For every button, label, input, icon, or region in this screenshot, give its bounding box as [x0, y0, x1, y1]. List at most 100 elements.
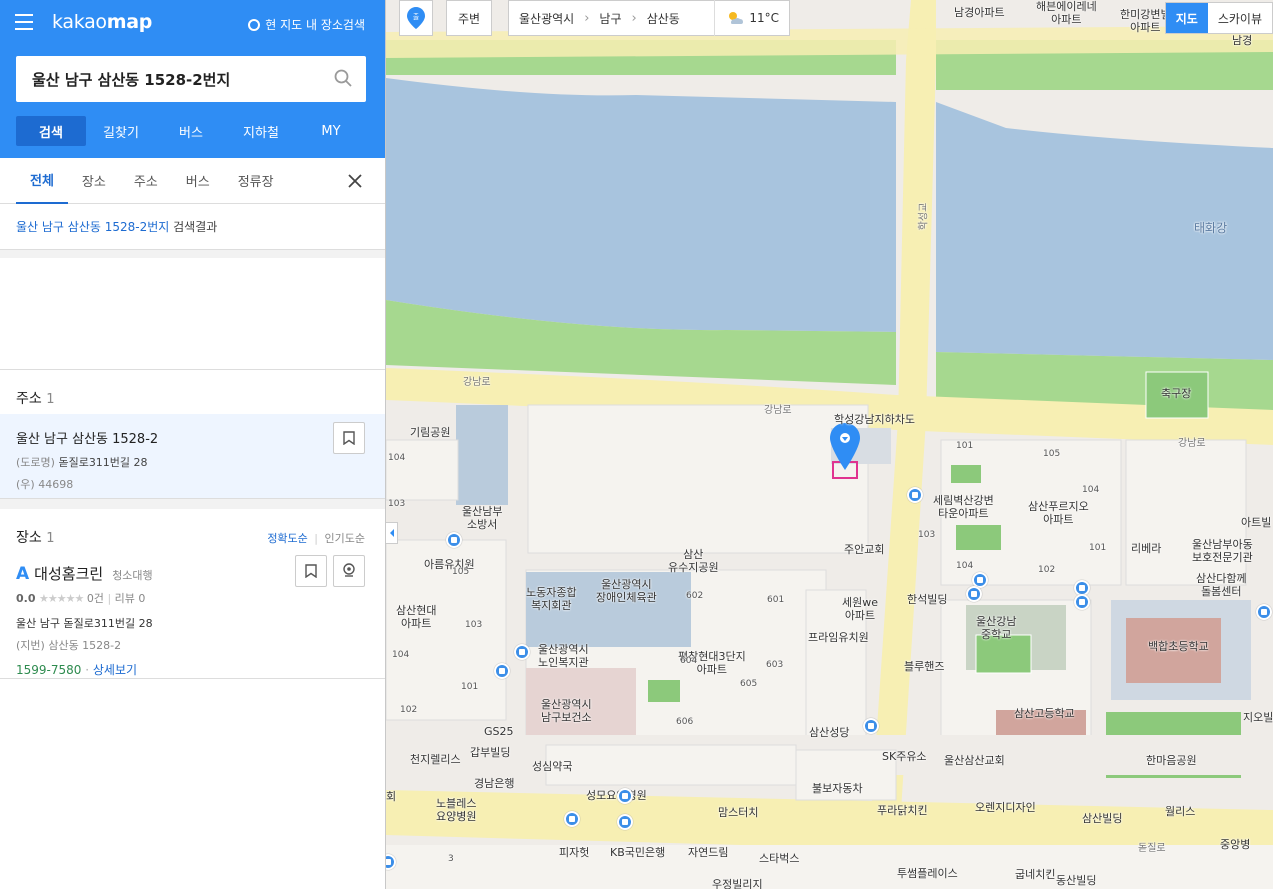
building-number: 102: [1038, 565, 1056, 575]
breadcrumb-city[interactable]: 울산광역시: [519, 10, 574, 27]
map-label: 기림공원: [410, 426, 451, 439]
breadcrumb-dong[interactable]: 삼산동: [647, 10, 680, 27]
map-type-map[interactable]: 지도: [1165, 3, 1208, 33]
search-input[interactable]: [32, 70, 322, 88]
zip-code: (우) 44698: [16, 478, 74, 491]
phone-number[interactable]: 1599-7580: [16, 663, 81, 677]
map-label: 굽네치킨: [1015, 868, 1056, 881]
tab-search[interactable]: 검색: [16, 116, 86, 146]
sort-accuracy[interactable]: 정확도순: [267, 532, 307, 545]
ad-space: [0, 258, 385, 370]
nearby-button[interactable]: 주변: [446, 0, 492, 36]
map-label: 아트빌: [1241, 516, 1272, 529]
menu-icon[interactable]: [15, 14, 33, 30]
bus-stop-icon[interactable]: [1074, 594, 1090, 610]
place-category: 청소대행: [112, 569, 153, 582]
tab-my[interactable]: MY: [296, 116, 366, 146]
marker-a-icon: A: [16, 564, 30, 584]
bus-stop-icon[interactable]: [446, 532, 462, 548]
map-label: 맘스터치: [718, 806, 759, 819]
map-type-switch: 지도 스카이뷰: [1164, 2, 1273, 34]
filter-tab-stop[interactable]: 정류장: [224, 158, 288, 204]
map-label: 주안교회: [844, 543, 885, 556]
filter-tab-address[interactable]: 주소: [120, 158, 172, 204]
address-result-item[interactable]: 울산 남구 삼산동 1528-2 (도로명) 돋질로311번길 28 (우) 4…: [0, 414, 385, 499]
map-label: 세원we 아파트: [842, 596, 879, 622]
place-section-header: 장소 1 정확도순 | 인기도순: [16, 530, 365, 546]
rating-row: 0.0 ★★★★★ 0건 | 리뷰 0: [16, 592, 146, 605]
building-number: 105: [1043, 449, 1061, 459]
building-number: 101: [461, 682, 479, 692]
map-label: 삼산성당: [809, 726, 850, 739]
tab-subway[interactable]: 지하철: [226, 116, 296, 146]
sort-popular[interactable]: 인기도순: [325, 532, 365, 545]
building-number: 605: [740, 679, 758, 689]
bookmark-icon: [343, 431, 355, 445]
map-label: 중앙병: [1220, 838, 1251, 851]
map-label: SK주유소: [882, 750, 927, 763]
place-address: 울산 남구 돋질로311번길 28: [16, 617, 153, 630]
building-number: 103: [918, 530, 936, 540]
roadview-button[interactable]: [333, 555, 365, 587]
map-type-skyview[interactable]: 스카이뷰: [1208, 3, 1272, 33]
kakaomap-logo[interactable]: kakaomap: [52, 11, 152, 33]
address-name[interactable]: 울산 남구 삼산동 1528-2: [16, 428, 369, 447]
breadcrumb-district[interactable]: 남구: [599, 10, 621, 27]
bus-stop-icon[interactable]: [1256, 604, 1272, 620]
building-number: 104: [956, 561, 974, 571]
map-view[interactable]: 남경아파트 해븐에이레네 아파트 한미강변빌 아파트 남경 태화강 학성교 강남로 …: [386, 0, 1273, 889]
filter-tab-all[interactable]: 전체: [16, 158, 68, 204]
bookmark-button[interactable]: [333, 422, 365, 454]
building-number: 104: [1082, 485, 1100, 495]
chevron-right-icon: ›: [631, 10, 637, 26]
my-location-button[interactable]: 출: [399, 0, 433, 36]
bookmark-button[interactable]: [295, 555, 327, 587]
bus-stop-icon[interactable]: [966, 586, 982, 602]
map-label: 월리스: [1165, 805, 1196, 818]
map-label: 울산광역시 남구보건소: [541, 698, 592, 724]
tab-directions[interactable]: 길찾기: [86, 116, 156, 146]
road-address: (도로명) 돋질로311번길 28: [16, 456, 148, 469]
map-label: 울산삼산교회: [944, 754, 1005, 767]
building-number: 3: [448, 854, 454, 864]
filter-tab-place[interactable]: 장소: [68, 158, 120, 204]
place-result-item[interactable]: A 대성홈크린 청소대행 0.0 ★★★★★ 0건 | 리뷰 0 울산 남구 돋…: [0, 553, 385, 679]
river-label: 태화강: [1194, 221, 1228, 235]
weather-partly-cloudy-icon: [729, 12, 744, 24]
map-label: 학성강남지하차도: [834, 413, 915, 426]
building-number: 105: [452, 567, 470, 577]
map-label: 동산빌딩: [1056, 874, 1097, 887]
tab-bus[interactable]: 버스: [156, 116, 226, 146]
bus-stop-icon[interactable]: [907, 487, 923, 503]
map-label: 투썸플레이스: [897, 867, 958, 880]
bus-stop-icon[interactable]: [863, 718, 879, 734]
sort-options: 정확도순 | 인기도순: [267, 532, 365, 545]
map-label: 천지렐리스: [410, 753, 461, 766]
review-link[interactable]: 리뷰 0: [115, 592, 146, 605]
place-jibun: (지번) 삼산동 1528-2: [16, 639, 122, 652]
bus-stop-icon[interactable]: [564, 811, 580, 827]
place-contact: 1599-7580 · 상세보기: [16, 663, 138, 677]
filter-tab-bus[interactable]: 버스: [172, 158, 224, 204]
bus-stop-icon[interactable]: [514, 644, 530, 660]
detail-link[interactable]: 상세보기: [93, 663, 137, 677]
collapse-sidebar-button[interactable]: [386, 522, 398, 544]
map-label: 회: [386, 790, 397, 803]
map-label: 푸라닭치킨: [877, 804, 928, 817]
place-name[interactable]: 대성홈크린: [34, 563, 103, 584]
bus-stop-icon[interactable]: [617, 814, 633, 830]
building-number: 104: [388, 453, 406, 463]
divider: [0, 250, 385, 258]
bus-stop-icon[interactable]: [494, 663, 510, 679]
building-number: 603: [766, 660, 784, 670]
current-area-search-button[interactable]: 현 지도 내 장소검색: [248, 16, 365, 33]
map-canvas: [386, 0, 1273, 889]
location-breadcrumb: 울산광역시 › 남구 › 삼산동 11°C: [508, 0, 790, 36]
svg-text:출: 출: [413, 12, 420, 21]
close-icon[interactable]: [347, 173, 363, 189]
building-number: 601: [767, 595, 785, 605]
search-icon[interactable]: [334, 69, 352, 87]
weather-widget[interactable]: 11°C: [714, 0, 779, 36]
bus-stop-icon[interactable]: [617, 788, 633, 804]
building-number: 104: [392, 650, 410, 660]
